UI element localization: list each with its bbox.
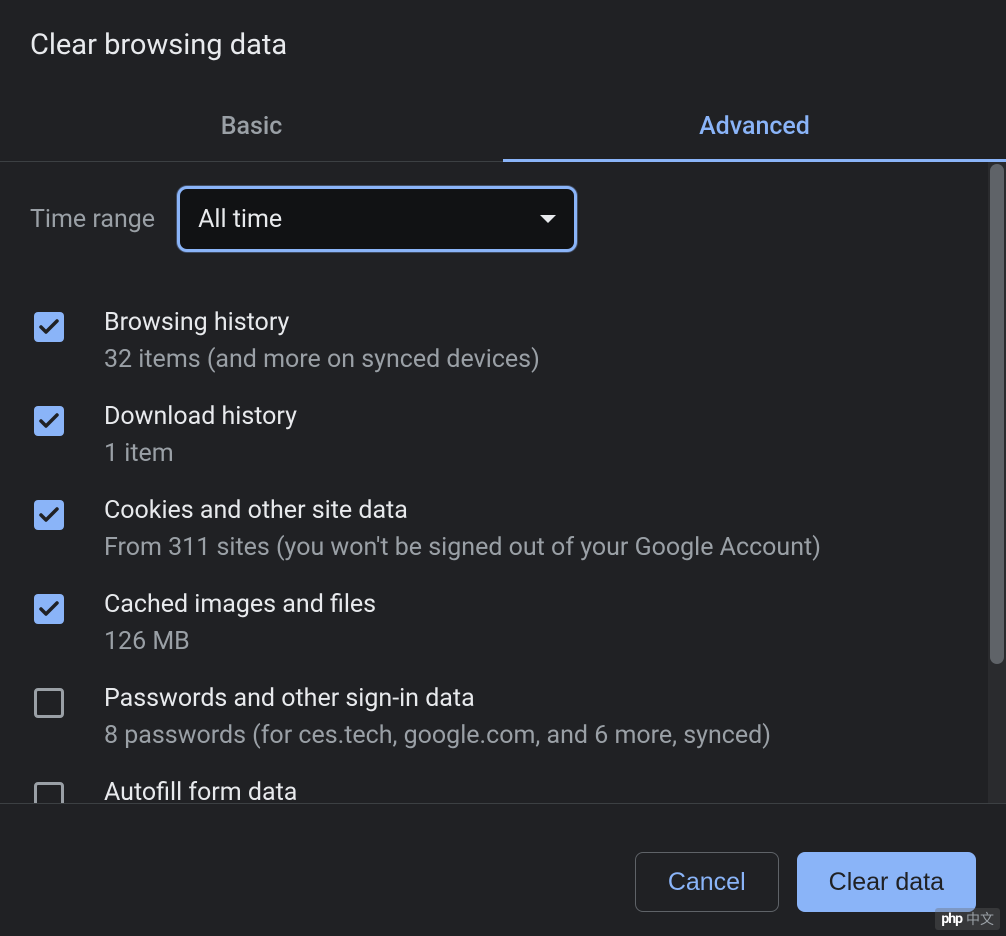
option-title: Cookies and other site data <box>104 496 821 525</box>
tabs: Basic Advanced <box>0 94 1006 162</box>
check-icon <box>37 597 61 621</box>
checkbox-cookies[interactable] <box>34 500 64 530</box>
option-subtitle: From 311 sites (you won't be signed out … <box>104 533 821 562</box>
dialog-title: Clear browsing data <box>0 0 1006 94</box>
option-subtitle: 1 item <box>104 439 297 468</box>
time-range-select[interactable]: All time <box>177 186 577 252</box>
check-icon <box>37 315 61 339</box>
watermark-logo: php <box>941 911 962 927</box>
watermark-text: 中文 <box>966 909 994 929</box>
checkbox-autofill[interactable] <box>34 782 64 803</box>
option-cached-images: Cached images and files 126 MB <box>30 576 976 670</box>
option-subtitle: 8 passwords (for ces.tech, google.com, a… <box>104 721 771 750</box>
check-icon <box>37 409 61 433</box>
clear-data-button[interactable]: Clear data <box>797 852 976 912</box>
content: Time range All time Browsing history 3 <box>0 162 1006 803</box>
option-download-history: Download history 1 item <box>30 388 976 482</box>
checkbox-cached-images[interactable] <box>34 594 64 624</box>
checkbox-browsing-history[interactable] <box>34 312 64 342</box>
option-title: Browsing history <box>104 308 540 337</box>
watermark: php 中文 <box>935 908 1000 930</box>
option-subtitle: 126 MB <box>104 627 376 656</box>
time-range-row: Time range All time <box>30 186 976 252</box>
check-icon <box>37 503 61 527</box>
cancel-button[interactable]: Cancel <box>635 852 779 912</box>
content-wrapper: Time range All time Browsing history 3 <box>0 162 1006 803</box>
clear-browsing-data-dialog: Clear browsing data Basic Advanced Time … <box>0 0 1006 936</box>
option-passwords: Passwords and other sign-in data 8 passw… <box>30 670 976 764</box>
dialog-footer: Cancel Clear data <box>0 803 1006 936</box>
options-list: Browsing history 32 items (and more on s… <box>30 294 976 803</box>
checkbox-download-history[interactable] <box>34 406 64 436</box>
scrollbar-track[interactable] <box>988 162 1006 803</box>
time-range-label: Time range <box>30 205 155 234</box>
option-autofill: Autofill form data <box>30 764 976 803</box>
tab-basic[interactable]: Basic <box>0 94 503 161</box>
scrollbar-thumb[interactable] <box>990 164 1004 664</box>
tab-advanced[interactable]: Advanced <box>503 94 1006 161</box>
option-browsing-history: Browsing history 32 items (and more on s… <box>30 294 976 388</box>
option-title: Passwords and other sign-in data <box>104 684 771 713</box>
option-cookies: Cookies and other site data From 311 sit… <box>30 482 976 576</box>
option-title: Cached images and files <box>104 590 376 619</box>
time-range-value: All time <box>198 205 540 234</box>
checkbox-passwords[interactable] <box>34 688 64 718</box>
option-subtitle: 32 items (and more on synced devices) <box>104 345 540 374</box>
option-title: Autofill form data <box>104 778 297 803</box>
chevron-down-icon <box>540 215 556 223</box>
option-title: Download history <box>104 402 297 431</box>
